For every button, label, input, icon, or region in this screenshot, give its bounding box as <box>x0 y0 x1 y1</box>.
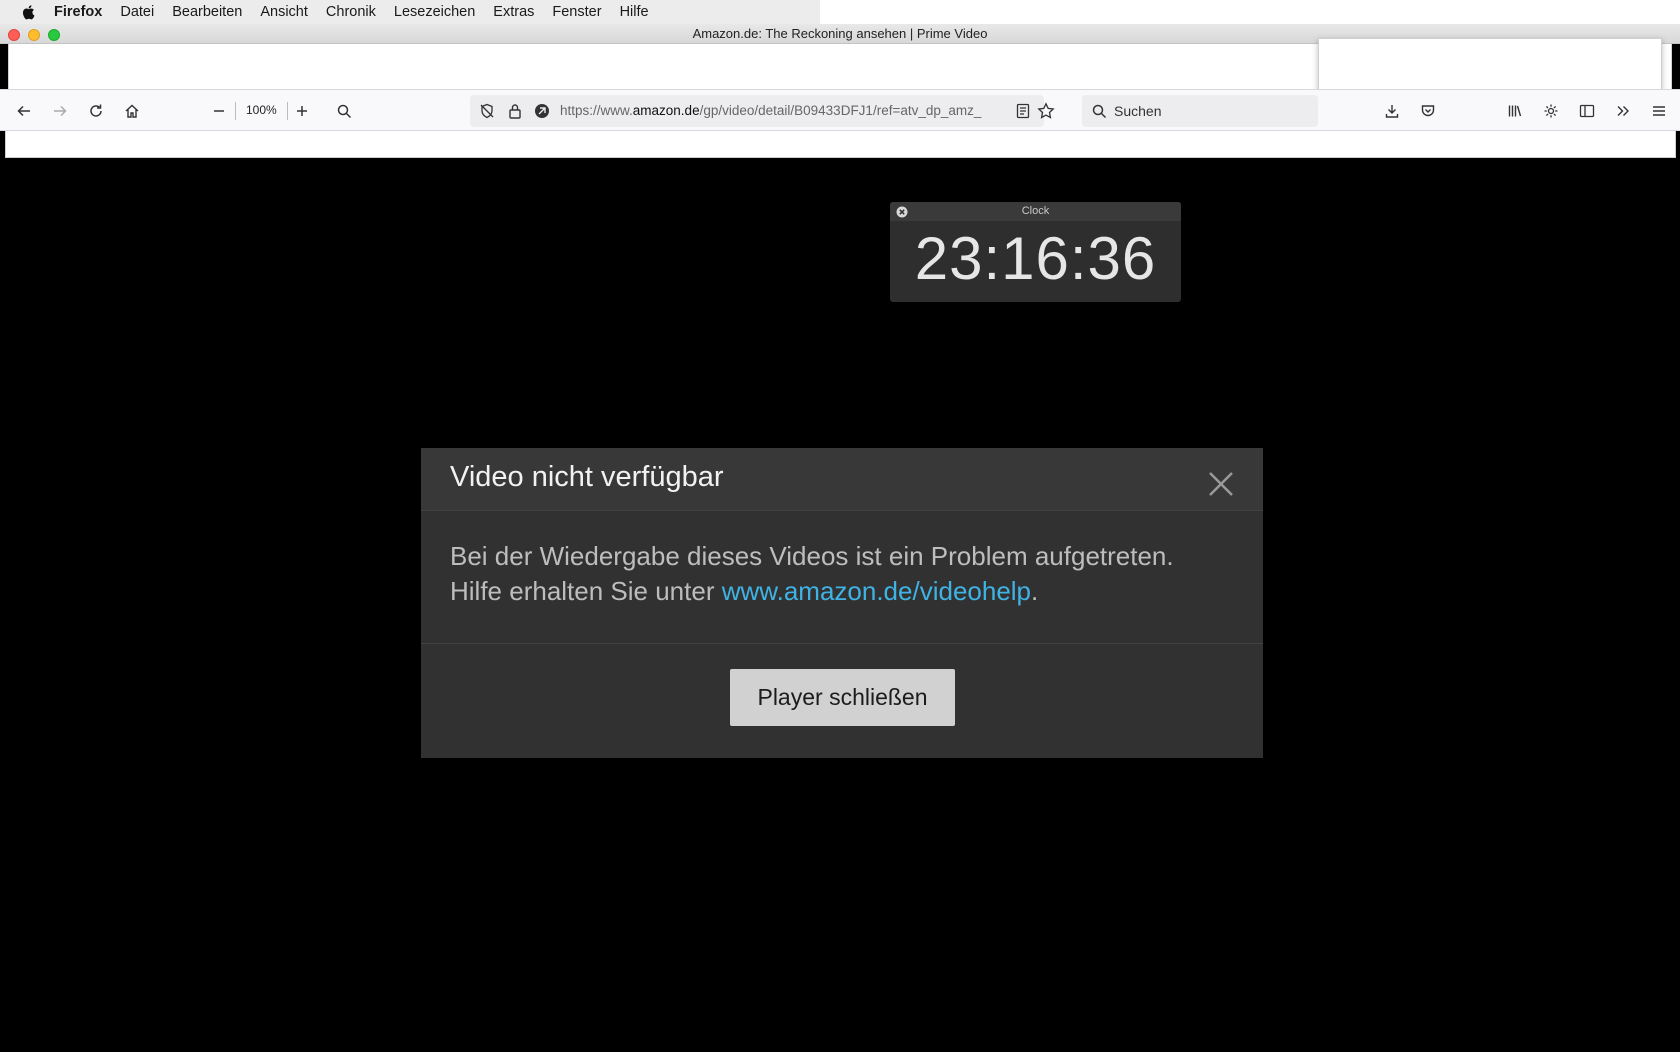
dialog-title: Video nicht verfügbar <box>450 461 724 493</box>
menubar-blank-area <box>820 0 1680 24</box>
error-dialog: Video nicht verfügbar Bei der Wiedergabe… <box>421 448 1263 758</box>
tracking-protection-icon[interactable] <box>474 98 500 124</box>
hamburger-menu-icon[interactable] <box>1646 98 1672 124</box>
menu-chronik[interactable]: Chronik <box>326 4 376 20</box>
url-prefix: https://www. <box>560 103 633 118</box>
reload-icon[interactable] <box>83 98 109 124</box>
menu-hilfe[interactable]: Hilfe <box>620 4 649 20</box>
menu-bearbeiten[interactable]: Bearbeiten <box>172 4 242 20</box>
clock-widget: Clock 23:16:36 <box>890 202 1181 302</box>
menu-firefox[interactable]: Firefox <box>54 4 102 20</box>
dialog-message-line2: Hilfe erhalten Sie unter www.amazon.de/v… <box>450 574 1234 609</box>
menu-extras[interactable]: Extras <box>493 4 534 20</box>
clock-header: Clock <box>890 202 1181 221</box>
menu-bar: Firefox Datei Bearbeiten Ansicht Chronik… <box>0 0 1680 24</box>
url-text[interactable]: https://www.amazon.de/gp/video/detail/B0… <box>560 103 1000 118</box>
lock-icon[interactable] <box>502 98 528 124</box>
window-title: Amazon.de: The Reckoning ansehen | Prime… <box>692 26 988 41</box>
close-icon[interactable] <box>1207 470 1235 498</box>
zoom-in-icon[interactable] <box>289 98 315 124</box>
help-link[interactable]: www.amazon.de/videohelp <box>722 576 1031 606</box>
back-arrow-icon[interactable] <box>11 98 37 124</box>
clock-time: 23:16:36 <box>914 225 1157 292</box>
search-icon[interactable] <box>331 98 357 124</box>
close-icon[interactable] <box>896 206 908 218</box>
close-player-button[interactable]: Player schließen <box>730 669 955 726</box>
zoom-separator <box>287 102 288 120</box>
zoom-window-button[interactable] <box>48 29 60 41</box>
dialog-message-line2-prefix: Hilfe erhalten Sie unter <box>450 576 722 606</box>
sidebar-icon[interactable] <box>1574 98 1600 124</box>
dialog-message-line2-suffix: . <box>1031 576 1039 606</box>
home-icon[interactable] <box>119 98 145 124</box>
navigation-toolbar: 100% https://www.amazon.de/gp/video/deta… <box>0 89 1680 131</box>
bookmark-star-icon[interactable] <box>1033 98 1059 124</box>
dialog-footer: Player schließen <box>421 644 1263 757</box>
minimize-window-button[interactable] <box>28 29 40 41</box>
menu-datei[interactable]: Datei <box>120 4 154 20</box>
settings-gear-icon[interactable] <box>1538 98 1564 124</box>
menu-ansicht[interactable]: Ansicht <box>260 4 308 20</box>
zoom-level[interactable]: 100% <box>246 103 277 117</box>
url-path: /gp/video/detail/B09433DFJ1/ref=atv_dp_a… <box>699 103 982 118</box>
search-icon <box>1086 98 1112 124</box>
dialog-message-line1: Bei der Wiedergabe dieses Videos ist ein… <box>450 541 1174 571</box>
library-icon[interactable] <box>1502 98 1528 124</box>
url-domain: amazon.de <box>632 103 700 118</box>
menu-lesezeichen[interactable]: Lesezeichen <box>394 4 475 20</box>
clock-label: Clock <box>1021 205 1050 217</box>
search-bar[interactable]: Suchen <box>1082 95 1318 127</box>
zoom-separator <box>235 102 236 120</box>
dialog-message: Bei der Wiedergabe dieses Videos ist ein… <box>421 511 1263 644</box>
pocket-icon[interactable] <box>1415 98 1441 124</box>
dialog-header: Video nicht verfügbar <box>421 448 1263 511</box>
search-placeholder: Suchen <box>1114 103 1162 119</box>
downloads-icon[interactable] <box>1379 98 1405 124</box>
forward-arrow-icon[interactable] <box>47 98 73 124</box>
zoom-out-icon[interactable] <box>206 98 232 124</box>
menu-fenster[interactable]: Fenster <box>552 4 601 20</box>
apple-icon[interactable] <box>18 2 38 22</box>
permissions-icon[interactable] <box>529 98 555 124</box>
bookmarks-bar <box>5 131 1676 158</box>
overflow-chevron-icon[interactable] <box>1610 98 1636 124</box>
close-window-button[interactable] <box>8 29 20 41</box>
url-bar[interactable]: https://www.amazon.de/gp/video/detail/B0… <box>470 95 1055 127</box>
